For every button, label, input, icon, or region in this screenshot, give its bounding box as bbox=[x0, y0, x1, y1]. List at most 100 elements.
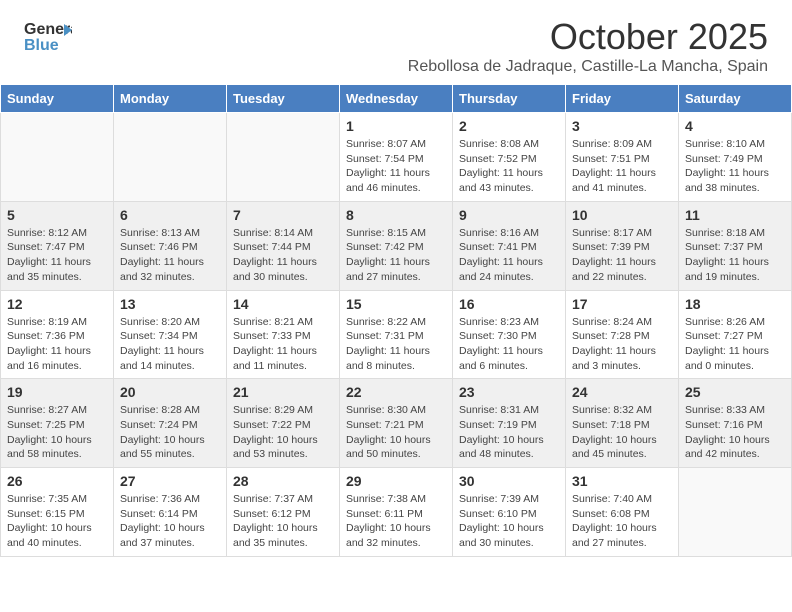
day-info: Sunrise: 7:39 AM Sunset: 6:10 PM Dayligh… bbox=[459, 492, 559, 551]
day-number: 15 bbox=[346, 296, 446, 312]
page-header: General Blue October 2025 Rebollosa de J… bbox=[0, 0, 792, 84]
column-header-saturday: Saturday bbox=[679, 85, 792, 113]
day-number: 3 bbox=[572, 118, 672, 134]
calendar-day-cell bbox=[1, 113, 114, 202]
day-info: Sunrise: 8:07 AM Sunset: 7:54 PM Dayligh… bbox=[346, 137, 446, 196]
day-number: 8 bbox=[346, 207, 446, 223]
calendar-day-cell: 4Sunrise: 8:10 AM Sunset: 7:49 PM Daylig… bbox=[679, 113, 792, 202]
calendar-day-cell: 21 Sunrise: 8:29 AM Sunset: 7:22 PM Dayli… bbox=[227, 379, 340, 468]
logo: General Blue bbox=[24, 16, 72, 61]
day-number: 20 bbox=[120, 384, 220, 400]
day-number: 9 bbox=[459, 207, 559, 223]
day-info: Sunrise: 8:18 AM Sunset: 7:37 PM Dayligh… bbox=[685, 226, 785, 285]
calendar-day-cell: 18 Sunrise: 8:26 AM Sunset: 7:27 PM Dayli… bbox=[679, 290, 792, 379]
calendar-week-row: 5 Sunrise: 8:12 AM Sunset: 7:47 PM Daylig… bbox=[1, 201, 792, 290]
day-number: 14 bbox=[233, 296, 333, 312]
day-number: 18 bbox=[685, 296, 785, 312]
day-number: 17 bbox=[572, 296, 672, 312]
day-number: 5 bbox=[7, 207, 107, 223]
day-info: Sunrise: 8:29 AM Sunset: 7:22 PM Dayligh… bbox=[233, 403, 333, 462]
day-number: 31 bbox=[572, 473, 672, 489]
day-number: 25 bbox=[685, 384, 785, 400]
day-info: Sunrise: 8:13 AM Sunset: 7:46 PM Dayligh… bbox=[120, 226, 220, 285]
day-number: 21 bbox=[233, 384, 333, 400]
calendar-header-row: SundayMondayTuesdayWednesdayThursdayFrid… bbox=[1, 85, 792, 113]
calendar-day-cell: 17 Sunrise: 8:24 AM Sunset: 7:28 PM Dayli… bbox=[566, 290, 679, 379]
calendar-day-cell: 13 Sunrise: 8:20 AM Sunset: 7:34 PM Dayli… bbox=[114, 290, 227, 379]
day-number: 11 bbox=[685, 207, 785, 223]
calendar-table: SundayMondayTuesdayWednesdayThursdayFrid… bbox=[0, 84, 792, 557]
calendar-week-row: 12Sunrise: 8:19 AM Sunset: 7:36 PM Dayli… bbox=[1, 290, 792, 379]
day-info: Sunrise: 8:33 AM Sunset: 7:16 PM Dayligh… bbox=[685, 403, 785, 462]
day-info: Sunrise: 8:26 AM Sunset: 7:27 PM Dayligh… bbox=[685, 315, 785, 374]
day-number: 1 bbox=[346, 118, 446, 134]
calendar-day-cell: 26Sunrise: 7:35 AM Sunset: 6:15 PM Dayli… bbox=[1, 468, 114, 557]
day-info: Sunrise: 7:38 AM Sunset: 6:11 PM Dayligh… bbox=[346, 492, 446, 551]
calendar-day-cell: 24 Sunrise: 8:32 AM Sunset: 7:18 PM Dayli… bbox=[566, 379, 679, 468]
day-info: Sunrise: 7:36 AM Sunset: 6:14 PM Dayligh… bbox=[120, 492, 220, 551]
day-info: Sunrise: 8:24 AM Sunset: 7:28 PM Dayligh… bbox=[572, 315, 672, 374]
day-info: Sunrise: 8:23 AM Sunset: 7:30 PM Dayligh… bbox=[459, 315, 559, 374]
column-header-monday: Monday bbox=[114, 85, 227, 113]
calendar-week-row: 19 Sunrise: 8:27 AM Sunset: 7:25 PM Dayli… bbox=[1, 379, 792, 468]
calendar-day-cell: 19 Sunrise: 8:27 AM Sunset: 7:25 PM Dayli… bbox=[1, 379, 114, 468]
calendar-day-cell: 30Sunrise: 7:39 AM Sunset: 6:10 PM Dayli… bbox=[453, 468, 566, 557]
day-number: 29 bbox=[346, 473, 446, 489]
day-number: 19 bbox=[7, 384, 107, 400]
calendar-day-cell: 9 Sunrise: 8:16 AM Sunset: 7:41 PM Daylig… bbox=[453, 201, 566, 290]
calendar-week-row: 26Sunrise: 7:35 AM Sunset: 6:15 PM Dayli… bbox=[1, 468, 792, 557]
day-number: 27 bbox=[120, 473, 220, 489]
day-number: 24 bbox=[572, 384, 672, 400]
calendar-day-cell: 5 Sunrise: 8:12 AM Sunset: 7:47 PM Daylig… bbox=[1, 201, 114, 290]
day-info: Sunrise: 8:32 AM Sunset: 7:18 PM Dayligh… bbox=[572, 403, 672, 462]
calendar-day-cell: 31Sunrise: 7:40 AM Sunset: 6:08 PM Dayli… bbox=[566, 468, 679, 557]
calendar-day-cell: 20Sunrise: 8:28 AM Sunset: 7:24 PM Dayli… bbox=[114, 379, 227, 468]
logo-icon: General Blue bbox=[24, 16, 72, 56]
day-number: 13 bbox=[120, 296, 220, 312]
day-info: Sunrise: 7:37 AM Sunset: 6:12 PM Dayligh… bbox=[233, 492, 333, 551]
calendar-day-cell: 14 Sunrise: 8:21 AM Sunset: 7:33 PM Dayli… bbox=[227, 290, 340, 379]
month-title: October 2025 bbox=[408, 16, 768, 58]
calendar-day-cell: 16Sunrise: 8:23 AM Sunset: 7:30 PM Dayli… bbox=[453, 290, 566, 379]
day-info: Sunrise: 8:17 AM Sunset: 7:39 PM Dayligh… bbox=[572, 226, 672, 285]
column-header-wednesday: Wednesday bbox=[340, 85, 453, 113]
day-number: 10 bbox=[572, 207, 672, 223]
calendar-day-cell: 22Sunrise: 8:30 AM Sunset: 7:21 PM Dayli… bbox=[340, 379, 453, 468]
column-header-thursday: Thursday bbox=[453, 85, 566, 113]
day-info: Sunrise: 8:08 AM Sunset: 7:52 PM Dayligh… bbox=[459, 137, 559, 196]
calendar-day-cell: 8 Sunrise: 8:15 AM Sunset: 7:42 PM Daylig… bbox=[340, 201, 453, 290]
title-section: October 2025 Rebollosa de Jadraque, Cast… bbox=[408, 16, 768, 76]
day-info: Sunrise: 8:27 AM Sunset: 7:25 PM Dayligh… bbox=[7, 403, 107, 462]
calendar-day-cell bbox=[114, 113, 227, 202]
calendar-day-cell: 29 Sunrise: 7:38 AM Sunset: 6:11 PM Dayli… bbox=[340, 468, 453, 557]
day-info: Sunrise: 8:16 AM Sunset: 7:41 PM Dayligh… bbox=[459, 226, 559, 285]
day-info: Sunrise: 8:15 AM Sunset: 7:42 PM Dayligh… bbox=[346, 226, 446, 285]
calendar-day-cell: 27 Sunrise: 7:36 AM Sunset: 6:14 PM Dayli… bbox=[114, 468, 227, 557]
svg-text:Blue: Blue bbox=[24, 37, 59, 54]
day-number: 6 bbox=[120, 207, 220, 223]
location-subtitle: Rebollosa de Jadraque, Castille-La Manch… bbox=[408, 58, 768, 76]
column-header-tuesday: Tuesday bbox=[227, 85, 340, 113]
day-info: Sunrise: 8:31 AM Sunset: 7:19 PM Dayligh… bbox=[459, 403, 559, 462]
day-number: 7 bbox=[233, 207, 333, 223]
day-number: 2 bbox=[459, 118, 559, 134]
day-number: 22 bbox=[346, 384, 446, 400]
calendar-day-cell: 1 Sunrise: 8:07 AM Sunset: 7:54 PM Daylig… bbox=[340, 113, 453, 202]
calendar-day-cell: 25 Sunrise: 8:33 AM Sunset: 7:16 PM Dayli… bbox=[679, 379, 792, 468]
day-number: 28 bbox=[233, 473, 333, 489]
calendar-day-cell bbox=[679, 468, 792, 557]
day-info: Sunrise: 8:12 AM Sunset: 7:47 PM Dayligh… bbox=[7, 226, 107, 285]
column-header-sunday: Sunday bbox=[1, 85, 114, 113]
calendar-day-cell: 11 Sunrise: 8:18 AM Sunset: 7:37 PM Dayli… bbox=[679, 201, 792, 290]
day-number: 12 bbox=[7, 296, 107, 312]
calendar-day-cell: 28 Sunrise: 7:37 AM Sunset: 6:12 PM Dayli… bbox=[227, 468, 340, 557]
calendar-day-cell: 10 Sunrise: 8:17 AM Sunset: 7:39 PM Dayli… bbox=[566, 201, 679, 290]
day-info: Sunrise: 8:09 AM Sunset: 7:51 PM Dayligh… bbox=[572, 137, 672, 196]
day-info: Sunrise: 7:35 AM Sunset: 6:15 PM Dayligh… bbox=[7, 492, 107, 551]
day-info: Sunrise: 8:10 AM Sunset: 7:49 PM Dayligh… bbox=[685, 137, 785, 196]
day-info: Sunrise: 8:14 AM Sunset: 7:44 PM Dayligh… bbox=[233, 226, 333, 285]
day-info: Sunrise: 8:22 AM Sunset: 7:31 PM Dayligh… bbox=[346, 315, 446, 374]
day-info: Sunrise: 8:21 AM Sunset: 7:33 PM Dayligh… bbox=[233, 315, 333, 374]
calendar-day-cell: 6 Sunrise: 8:13 AM Sunset: 7:46 PM Daylig… bbox=[114, 201, 227, 290]
day-info: Sunrise: 8:20 AM Sunset: 7:34 PM Dayligh… bbox=[120, 315, 220, 374]
